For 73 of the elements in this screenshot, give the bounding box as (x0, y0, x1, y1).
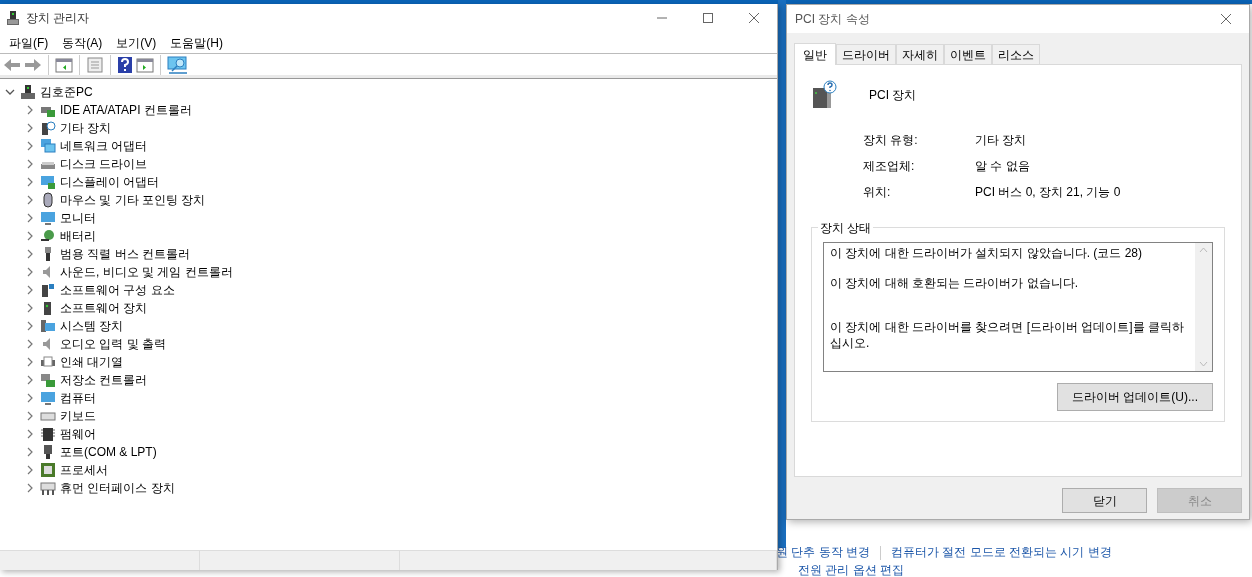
close-icon[interactable] (748, 12, 760, 24)
tree-item[interactable]: IDE ATA/ATAPI 컨트롤러 (60, 101, 192, 119)
tree-item[interactable]: 모니터 (60, 209, 96, 227)
help-icon[interactable] (117, 56, 133, 73)
tree-item[interactable]: 저장소 컨트롤러 (60, 371, 148, 389)
mouse-icon (40, 192, 56, 208)
computer-icon (20, 84, 36, 100)
tree-item[interactable]: 펌웨어 (60, 425, 96, 443)
network-icon (40, 138, 56, 154)
menu-item[interactable]: 동작(A) (55, 33, 110, 52)
tree-item[interactable]: 휴먼 인터페이스 장치 (60, 479, 175, 497)
update-driver-button[interactable]: 드라이버 업데이트(U)... (1057, 383, 1213, 411)
tree-item[interactable]: 소프트웨어 구성 요소 (60, 281, 175, 299)
back-icon[interactable] (3, 56, 21, 73)
monitor-icon (40, 210, 56, 226)
tree-item[interactable]: 시스템 장치 (60, 317, 124, 335)
tab[interactable]: 일반 (794, 43, 836, 65)
menu-item[interactable]: 보기(V) (109, 33, 164, 52)
processor-icon (40, 462, 56, 478)
tree-item[interactable]: 컴퓨터 (60, 389, 96, 407)
tree-item[interactable]: 포트(COM & LPT) (60, 443, 157, 461)
link[interactable]: 컴퓨터가 절전 모드로 전환되는 시기 변경 (891, 545, 1112, 559)
tree-item[interactable]: 배터리 (60, 227, 96, 245)
tree-item[interactable]: 디스플레이 어댑터 (60, 173, 160, 191)
dialog-title: PCI 장치 속성 (795, 11, 870, 28)
computer-icon (40, 390, 56, 406)
menu-item[interactable]: 도움말(H) (163, 33, 230, 52)
keyboard-icon (40, 480, 56, 496)
field-label: 제조업체: (862, 158, 916, 175)
link[interactable]: 원 단추 동작 변경 (776, 545, 870, 559)
tree-item[interactable]: 사운드, 비디오 및 게임 컨트롤러 (60, 263, 233, 281)
menu-item[interactable]: 파일(F) (2, 33, 56, 52)
tab[interactable]: 이벤트 (944, 44, 992, 64)
field-value: 기타 장치 (975, 132, 1027, 149)
tree-item[interactable]: 키보드 (60, 407, 96, 425)
field-value: 알 수 없음 (975, 158, 1030, 175)
tree-item[interactable]: 김호준PC (40, 83, 93, 101)
field-label: 장치 유형: (862, 132, 919, 149)
software-component-icon (40, 282, 56, 298)
close-icon[interactable] (1220, 13, 1232, 25)
unknown-device-icon (811, 80, 839, 110)
tree-item[interactable]: 네트워크 어댑터 (60, 137, 148, 155)
tab[interactable]: 리소스 (992, 44, 1040, 64)
console-tree-icon[interactable] (55, 56, 73, 73)
tree-item[interactable]: 오디오 입력 및 출력 (60, 335, 166, 353)
tree-item[interactable]: 인쇄 대기열 (60, 353, 124, 371)
tree-item[interactable]: 디스크 드라이브 (60, 155, 148, 173)
maximize-icon[interactable] (702, 12, 714, 24)
field-label: 위치: (862, 184, 892, 201)
tree-item[interactable]: 프로세서 (60, 461, 108, 479)
forward-icon[interactable] (24, 56, 42, 73)
chip-icon (40, 426, 56, 442)
status-message: 이 장치에 대해 호환되는 드라이버가 없습니다. (830, 275, 1079, 291)
tree-item[interactable]: 마우스 및 기타 포인팅 장치 (60, 191, 206, 209)
window-title: 장치 관리자 (26, 10, 90, 27)
link[interactable]: 전원 관리 옵션 편집 (798, 563, 904, 577)
tab[interactable]: 자세히 (896, 44, 944, 64)
tab[interactable]: 드라이버 (836, 44, 896, 64)
monitor-search-icon[interactable] (167, 55, 189, 74)
device-manager-icon (6, 10, 20, 26)
close-button[interactable]: 닫기 (1062, 488, 1147, 513)
tree-item[interactable]: 범용 직렬 버스 컨트롤러 (60, 245, 190, 263)
device-name: PCI 장치 (869, 87, 917, 104)
field-value: PCI 버스 0, 장치 21, 기능 0 (975, 184, 1121, 201)
display-card-icon (40, 174, 56, 190)
system-device-icon (40, 318, 56, 334)
unknown-device-icon (40, 120, 56, 136)
status-message: 이 장치에 대한 드라이버가 설치되지 않았습니다. (코드 28) (830, 245, 1143, 261)
tree-item[interactable]: 기타 장치 (60, 119, 112, 137)
storage-controller-icon (40, 372, 56, 388)
status-message: 이 장치에 대한 드라이버를 찾으려면 [드라이버 업데이트]를 클릭하십시오. (830, 319, 1185, 351)
printer-icon (40, 354, 56, 370)
tree-item[interactable]: 소프트웨어 장치 (60, 299, 148, 317)
